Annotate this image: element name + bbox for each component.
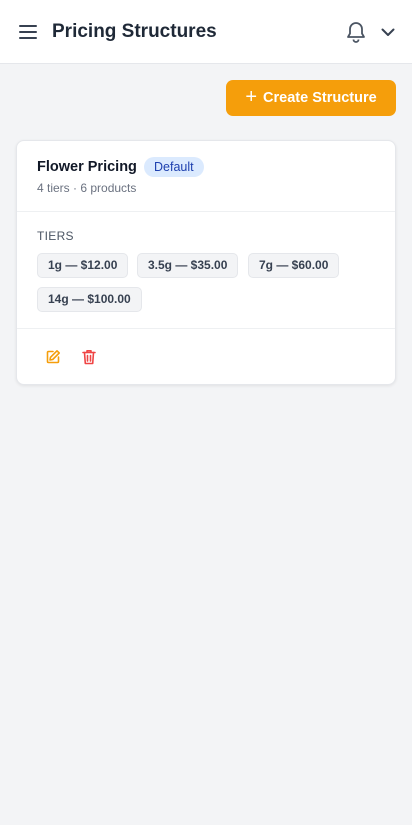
- default-badge: Default: [144, 157, 204, 177]
- tier-chip: 7g — $60.00: [248, 253, 340, 278]
- create-structure-button[interactable]: + Create Structure: [226, 80, 396, 116]
- card-divider: [17, 328, 395, 329]
- plus-icon: +: [245, 86, 258, 108]
- pricing-structure-card: Flower Pricing Default 4 tiers · 6 produ…: [16, 140, 396, 385]
- card-header: Flower Pricing Default 4 tiers · 6 produ…: [17, 141, 395, 212]
- edit-icon[interactable]: [44, 348, 62, 366]
- menu-icon[interactable]: [14, 18, 42, 46]
- structure-name: Flower Pricing: [37, 159, 137, 175]
- tier-chip: 3.5g — $35.00: [137, 253, 239, 278]
- chevron-down-icon[interactable]: [376, 20, 400, 44]
- trash-icon[interactable]: [80, 348, 98, 366]
- page-title: Pricing Structures: [52, 21, 217, 42]
- structure-summary: 4 tiers · 6 products: [37, 181, 137, 195]
- bell-icon[interactable]: [342, 18, 370, 46]
- create-structure-label: Create Structure: [263, 90, 377, 106]
- tier-chip: 14g — $100.00: [37, 287, 142, 312]
- top-bar: Pricing Structures: [0, 0, 412, 64]
- tiers-heading: TIERS: [37, 229, 74, 243]
- tier-chip: 1g — $12.00: [37, 253, 129, 278]
